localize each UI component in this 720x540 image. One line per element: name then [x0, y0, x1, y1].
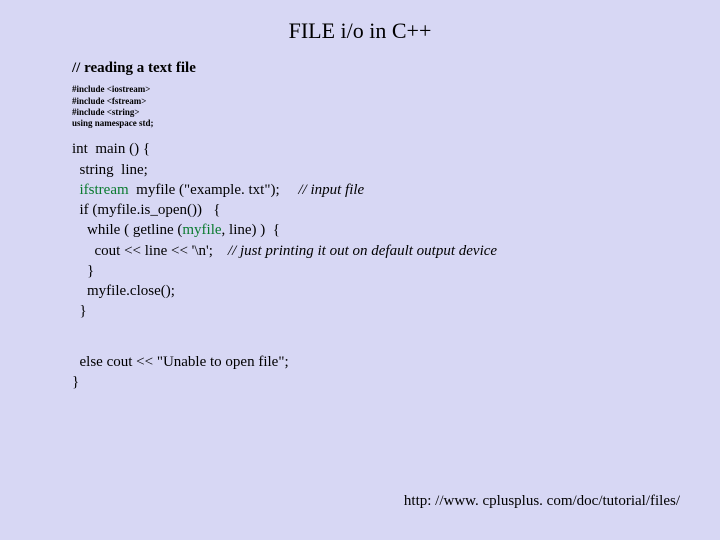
code-line: } — [72, 303, 87, 319]
include-line: #include <iostream> — [72, 84, 720, 95]
code-line: } — [72, 374, 79, 390]
inline-comment: // just printing it out on default outpu… — [228, 243, 497, 259]
page-title: FILE i/o in C++ — [0, 0, 720, 44]
code-block: int main () { string line; ifstream myfi… — [72, 139, 720, 392]
code-text: cout << line << '\n'; — [72, 243, 228, 259]
code-text: , line) ) { — [222, 222, 280, 238]
include-line: using namespace std; — [72, 118, 720, 129]
code-text: myfile ("example. txt"); — [129, 182, 299, 198]
keyword-myfile: myfile — [182, 222, 221, 238]
code-line: if (myfile.is_open()) { — [72, 202, 220, 218]
preprocessor-block: #include <iostream> #include <fstream> #… — [72, 84, 720, 129]
code-line: string line; — [72, 162, 148, 178]
code-line: int main () { — [72, 141, 150, 157]
source-url: http: //www. cplusplus. com/doc/tutorial… — [404, 493, 680, 510]
include-line: #include <fstream> — [72, 96, 720, 107]
code-text: while ( getline ( — [72, 222, 182, 238]
content-area: // reading a text file #include <iostrea… — [0, 44, 720, 392]
code-line: myfile.close(); — [72, 283, 175, 299]
code-line: } — [72, 263, 94, 279]
comment-heading: // reading a text file — [72, 58, 720, 78]
inline-comment: // input file — [298, 182, 364, 198]
code-line: else cout << "Unable to open file"; — [72, 354, 289, 370]
keyword-ifstream: ifstream — [72, 182, 129, 198]
include-line: #include <string> — [72, 107, 720, 118]
